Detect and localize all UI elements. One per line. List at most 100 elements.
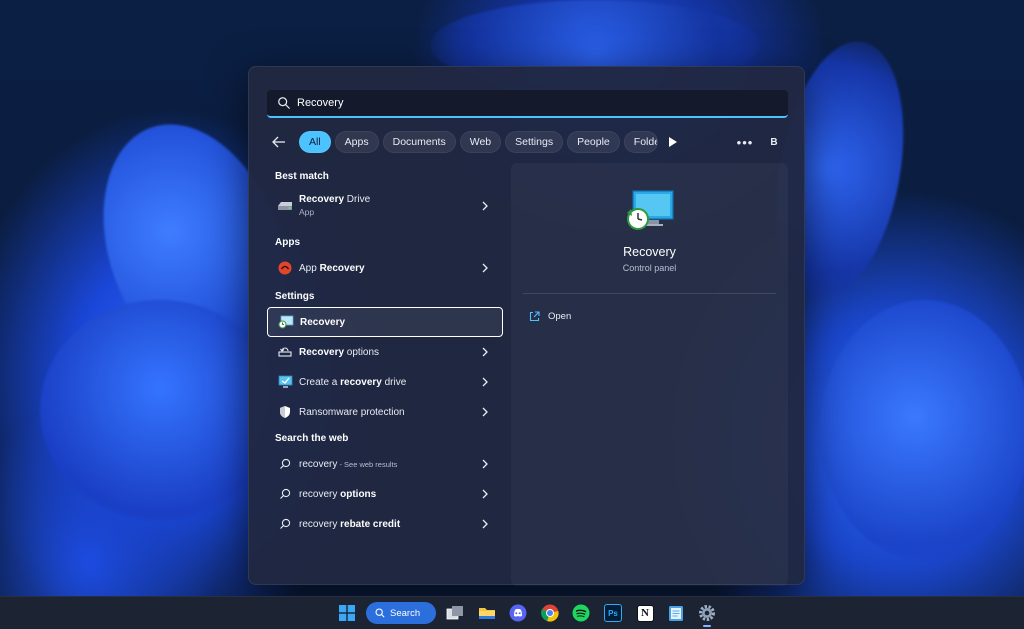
discord-icon (509, 604, 527, 622)
result-name-post: options (344, 346, 380, 358)
filter-bar: All Apps Documents Web Settings People F… (267, 130, 788, 154)
filter-chip-settings[interactable]: Settings (505, 131, 564, 153)
result-create-recovery-drive[interactable]: Create a recovery drive (267, 367, 503, 397)
search-input[interactable] (297, 97, 757, 109)
spotify-button[interactable] (571, 603, 591, 623)
back-button[interactable] (267, 130, 291, 154)
chevron-right-icon (482, 201, 488, 211)
open-external-icon (529, 310, 540, 321)
search-icon (277, 516, 293, 532)
detail-subtitle: Control panel (622, 263, 677, 273)
search-panel: All Apps Documents Web Settings People F… (248, 66, 805, 586)
result-name-bold: Recovery (300, 316, 346, 328)
result-name-bold: recovery (340, 376, 382, 388)
search-icon (375, 608, 385, 618)
result-name-bold: Recovery (319, 262, 365, 274)
notion-label: N (641, 607, 649, 619)
web-query-bold: rebate credit (340, 518, 401, 530)
recovery-monitor-icon (278, 314, 294, 330)
result-name-rest: Drive (344, 194, 371, 205)
filter-chip-web[interactable]: Web (459, 131, 502, 153)
result-web-recovery-options[interactable]: recovery options (267, 479, 503, 509)
taskbar-search-label: Search (390, 607, 421, 619)
windows-logo-icon (339, 605, 355, 621)
notepad-icon (669, 606, 683, 621)
result-web-recovery-rebate-credit[interactable]: recovery rebate credit (267, 509, 503, 539)
drive-icon (277, 198, 293, 214)
filter-chip-people[interactable]: People (567, 131, 620, 153)
task-view-icon (446, 606, 463, 620)
web-query-note: - See web results (337, 459, 398, 469)
filter-chip-apps[interactable]: Apps (334, 131, 379, 153)
result-name-bold: Recovery (299, 194, 345, 205)
active-app-indicator (703, 625, 711, 627)
task-view-button[interactable] (445, 603, 465, 623)
result-recovery-drive[interactable]: Recovery Drive App (267, 187, 503, 225)
taskbar: Search Ps N (0, 596, 1024, 629)
search-icon (278, 97, 290, 109)
shield-icon (277, 404, 293, 420)
photoshop-button[interactable]: Ps (603, 603, 623, 623)
file-explorer-button[interactable] (477, 603, 497, 623)
start-button[interactable] (337, 603, 357, 623)
play-icon (668, 137, 677, 147)
result-subtitle: App (299, 207, 315, 217)
search-box[interactable] (267, 90, 788, 118)
notion-button[interactable]: N (635, 603, 655, 623)
web-query-bold: options (340, 488, 377, 500)
chevron-right-icon (482, 519, 488, 529)
gear-icon (699, 605, 715, 621)
chevron-right-icon (482, 489, 488, 499)
section-apps: Apps (275, 236, 300, 248)
open-action-label: Open (548, 310, 572, 322)
result-ransomware-protection[interactable]: Ransomware protection (267, 397, 503, 427)
result-recovery-options[interactable]: Recovery options (267, 337, 503, 367)
photoshop-icon: Ps (604, 604, 622, 622)
section-best-match: Best match (275, 170, 329, 182)
result-name-post: Ransomware protection (299, 406, 405, 418)
discord-button[interactable] (508, 603, 528, 623)
results-list: Best match Recovery Drive App Apps App R… (267, 165, 507, 539)
folder-icon (479, 608, 495, 619)
app-recovery-icon (277, 260, 293, 276)
account-button[interactable]: B (764, 132, 784, 152)
divider (523, 293, 776, 294)
detail-pane: Recovery Control panel Open (511, 163, 788, 586)
result-web-recovery[interactable]: recovery - See web results (267, 449, 503, 479)
chevron-right-icon (482, 263, 488, 273)
recovery-options-icon (277, 344, 293, 360)
web-query-pre: recovery (299, 488, 341, 500)
arrow-left-icon (272, 136, 285, 148)
filter-chip-documents[interactable]: Documents (382, 131, 456, 153)
result-name-bold: Recovery (299, 346, 345, 358)
web-query-pre: recovery (299, 458, 338, 470)
notepad-button[interactable] (666, 603, 686, 623)
notion-icon: N (636, 604, 654, 622)
chevron-right-icon (482, 459, 488, 469)
filter-chip-all[interactable]: All (299, 131, 331, 153)
result-name-pre: Create a (299, 376, 341, 388)
scroll-filters-button[interactable] (664, 131, 682, 153)
chevron-right-icon (482, 347, 488, 357)
spotify-icon (572, 604, 590, 622)
result-app-recovery[interactable]: App Recovery (267, 253, 503, 283)
chrome-icon (541, 604, 559, 622)
taskbar-search-button[interactable]: Search (366, 602, 436, 624)
chrome-button[interactable] (540, 603, 560, 623)
section-settings: Settings (275, 290, 315, 302)
chevron-right-icon (482, 407, 488, 417)
section-search-web: Search the web (275, 432, 349, 444)
create-recovery-drive-icon (277, 374, 293, 390)
result-recovery-control-panel[interactable]: Recovery (267, 307, 503, 337)
result-name-pre: App (299, 262, 320, 274)
result-name-post: drive (381, 376, 407, 388)
detail-title: Recovery (623, 245, 676, 259)
settings-button[interactable] (697, 603, 717, 623)
open-action[interactable]: Open (529, 307, 571, 325)
recovery-monitor-icon (627, 190, 674, 230)
filter-chip-folders[interactable]: Folde (623, 131, 658, 153)
more-options-button[interactable]: ••• (734, 130, 756, 154)
photoshop-label: Ps (608, 608, 618, 618)
web-query-pre: recovery (299, 518, 341, 530)
search-icon (277, 456, 293, 472)
